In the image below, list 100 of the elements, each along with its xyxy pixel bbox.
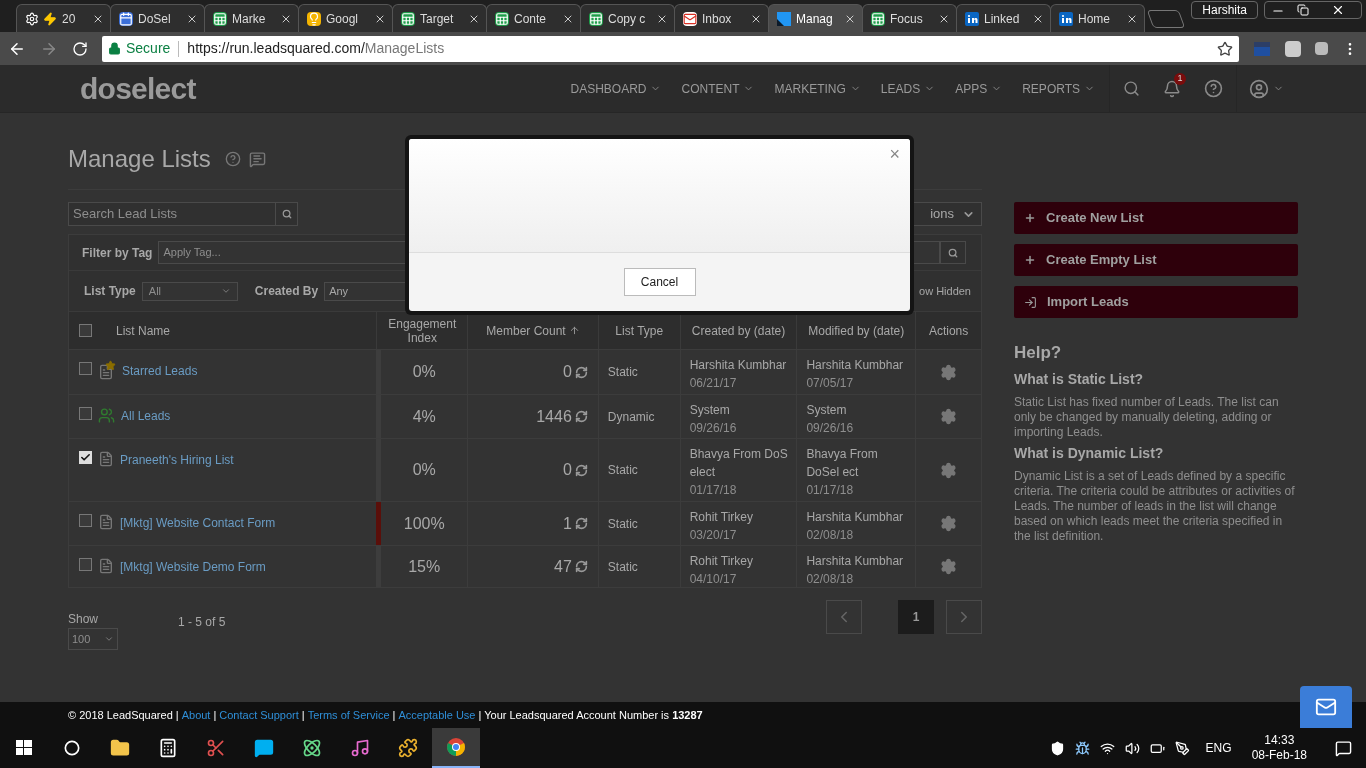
list-type: Static bbox=[607, 364, 638, 381]
clock-time: 14:33 bbox=[1264, 733, 1295, 748]
spreadsheet-icon bbox=[213, 11, 227, 26]
list-type-select[interactable]: All bbox=[141, 281, 238, 301]
nav-menu-item[interactable]: DASHBOARD bbox=[570, 79, 647, 98]
browser-tab[interactable]: Manag bbox=[768, 4, 863, 32]
search-circle-icon[interactable] bbox=[64, 740, 80, 756]
browser-tab[interactable]: Marke bbox=[204, 4, 299, 32]
search-button[interactable] bbox=[940, 241, 966, 264]
secure-label: Secure bbox=[126, 39, 171, 58]
action-button[interactable]: Import Leads bbox=[1014, 286, 1298, 318]
search-field[interactable]: Search Lead Lists bbox=[68, 202, 298, 226]
action-button[interactable]: Create Empty List bbox=[1014, 244, 1298, 276]
nav-menu-item[interactable]: CONTENT bbox=[681, 79, 740, 98]
help-icon[interactable] bbox=[224, 151, 241, 167]
cancel-button[interactable]: Cancel bbox=[623, 268, 696, 296]
reload-icon[interactable] bbox=[72, 40, 88, 57]
chat-button[interactable] bbox=[1300, 686, 1352, 728]
browser-tab[interactable]: 20 bbox=[16, 4, 111, 32]
shield-icon[interactable] bbox=[1049, 740, 1065, 756]
search-icon[interactable] bbox=[1123, 80, 1140, 97]
gear-icon[interactable] bbox=[940, 461, 958, 479]
nav-menu-item[interactable]: APPS bbox=[955, 79, 988, 98]
checkbox[interactable] bbox=[79, 362, 92, 375]
checkbox[interactable] bbox=[79, 324, 92, 337]
column-header: List Name bbox=[116, 322, 171, 340]
envelope-icon bbox=[1315, 696, 1337, 718]
page-size-select[interactable]: 100 bbox=[68, 628, 118, 650]
refresh-icon[interactable] bbox=[574, 365, 588, 379]
gear-icon[interactable] bbox=[940, 363, 958, 381]
footer-link[interactable]: About bbox=[181, 706, 211, 724]
taskbar-app[interactable] bbox=[432, 728, 480, 768]
notifications-icon[interactable] bbox=[1335, 739, 1352, 757]
checkbox[interactable] bbox=[79, 514, 92, 527]
action-button[interactable]: Create New List bbox=[1014, 202, 1298, 234]
comment-icon[interactable] bbox=[248, 150, 266, 168]
creator-name: Rohit Tirkey bbox=[689, 553, 754, 570]
input-field[interactable] bbox=[913, 241, 940, 264]
refresh-icon[interactable] bbox=[574, 463, 588, 477]
profile-button[interactable]: Harshita bbox=[1191, 1, 1258, 19]
wifi-icon[interactable] bbox=[1099, 740, 1115, 756]
user-avatar-icon[interactable] bbox=[1249, 78, 1269, 99]
close-button[interactable]: × bbox=[889, 145, 900, 163]
close-icon[interactable] bbox=[1331, 3, 1345, 17]
list-name-link[interactable]: [Mktg] Website Contact Form bbox=[120, 514, 276, 532]
clock[interactable]: 14:33 08-Feb-18 bbox=[1251, 733, 1307, 763]
plus-icon bbox=[1024, 254, 1036, 266]
checkbox[interactable] bbox=[79, 407, 92, 420]
checkbox[interactable] bbox=[79, 558, 92, 571]
browser-tab[interactable]: DoSel bbox=[110, 4, 205, 32]
browser-tab[interactable]: Inbox bbox=[674, 4, 769, 32]
browser-tab[interactable]: Focus bbox=[862, 4, 957, 32]
sort-arrow-icon[interactable] bbox=[568, 325, 580, 336]
nav-menu-item[interactable]: LEADS bbox=[880, 79, 921, 98]
list-name-link[interactable]: Praneeth's Hiring List bbox=[120, 451, 234, 469]
extension-icon[interactable] bbox=[1315, 42, 1328, 55]
browser-tab[interactable]: Linked bbox=[956, 4, 1051, 32]
browser-tab[interactable]: Googl bbox=[298, 4, 393, 32]
pen-icon[interactable] bbox=[1174, 740, 1190, 756]
browser-tab[interactable]: Copy c bbox=[580, 4, 675, 32]
browser-tab[interactable]: Home bbox=[1050, 4, 1145, 32]
list-name-link[interactable]: All Leads bbox=[121, 407, 171, 425]
bookmark-star-icon[interactable] bbox=[1217, 40, 1233, 57]
restore-icon[interactable] bbox=[1297, 4, 1309, 16]
tag-field[interactable]: Apply Tag... bbox=[158, 241, 407, 264]
footer-text: | bbox=[392, 707, 396, 723]
browser-tab[interactable]: Target bbox=[392, 4, 487, 32]
spreadsheet-icon bbox=[871, 11, 885, 26]
language-indicator[interactable]: ENG bbox=[1205, 739, 1232, 757]
footer-link[interactable]: Terms of Service bbox=[307, 706, 390, 724]
column-header: List Type bbox=[615, 323, 664, 338]
atom-icon bbox=[302, 738, 322, 758]
bug-icon[interactable] bbox=[1074, 740, 1090, 756]
site-logo[interactable]: doselect bbox=[80, 73, 196, 104]
gear-icon[interactable] bbox=[940, 515, 958, 532]
speaker-icon[interactable] bbox=[1124, 740, 1140, 756]
list-name-link[interactable]: Starred Leads bbox=[122, 362, 198, 380]
page-button[interactable]: 1 bbox=[898, 600, 934, 634]
help-icon[interactable] bbox=[1204, 79, 1223, 98]
list-name-link[interactable]: [Mktg] Website Demo Form bbox=[120, 558, 266, 576]
refresh-icon[interactable] bbox=[574, 560, 588, 573]
nav-menu-item[interactable]: MARKETING bbox=[774, 79, 846, 98]
bell-icon[interactable] bbox=[1163, 79, 1181, 98]
scissors-icon bbox=[206, 738, 226, 758]
refresh-icon[interactable] bbox=[574, 517, 588, 530]
address-field[interactable]: Secure https://run.leadsquared.com/ManageLists bbox=[102, 35, 1239, 62]
extension-icon[interactable] bbox=[1285, 40, 1301, 57]
gear-icon[interactable] bbox=[940, 408, 958, 425]
refresh-icon[interactable] bbox=[574, 410, 588, 423]
square-app-icon bbox=[777, 11, 791, 26]
nav-menu-item[interactable]: REPORTS bbox=[1022, 79, 1080, 98]
tab-title: Conte bbox=[514, 10, 547, 28]
gear-icon[interactable] bbox=[940, 558, 958, 575]
footer-link[interactable]: Contact Support bbox=[219, 706, 299, 724]
footer-link[interactable]: Acceptable Use bbox=[398, 706, 476, 724]
column-header[interactable]: Member Count bbox=[486, 323, 566, 338]
created-by-field[interactable]: Any bbox=[324, 281, 407, 301]
show-hidden-label[interactable]: ow Hidden bbox=[919, 282, 971, 300]
actions-dropdown[interactable]: ions bbox=[913, 202, 982, 226]
browser-tab[interactable]: Conte bbox=[486, 4, 581, 32]
